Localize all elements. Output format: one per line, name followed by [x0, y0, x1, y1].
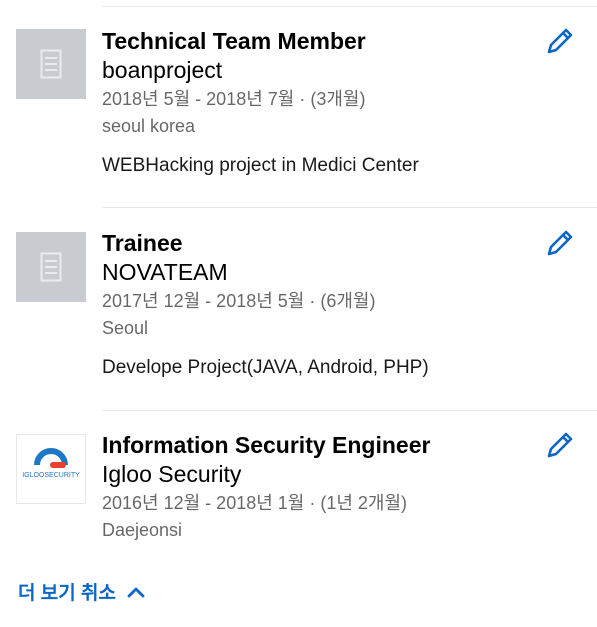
location: Daejeonsi: [102, 520, 183, 540]
svg-text:IGLOOSECURITY: IGLOOSECURITY: [22, 472, 80, 479]
top-divider: [102, 6, 597, 7]
location: seoul korea: [102, 116, 196, 136]
description: WEBHacking project in Medici Center: [102, 155, 419, 176]
divider: [102, 207, 597, 208]
pencil-icon: [547, 230, 573, 256]
company-logo[interactable]: [16, 29, 86, 99]
show-less-button[interactable]: 더 보기 취소: [18, 578, 146, 605]
chevron-up-icon: [127, 587, 145, 597]
company-logo[interactable]: IGLOOSECURITY: [16, 434, 86, 504]
pencil-icon: [547, 432, 573, 458]
pencil-icon: [547, 28, 573, 54]
job-title: Information Security Engineer: [102, 432, 431, 458]
job-title: Trainee: [102, 230, 183, 256]
edit-button[interactable]: [543, 24, 577, 58]
company-name: Igloo Security: [102, 461, 242, 487]
date-range: 2018년 5월 - 2018년 7월 · (3개월): [102, 89, 366, 109]
date-range: 2017년 12월 - 2018년 5월 · (6개월): [102, 291, 376, 311]
job-title: Technical Team Member: [102, 28, 366, 54]
edit-button[interactable]: [543, 428, 577, 462]
company-name: boanproject: [102, 57, 223, 83]
edit-button[interactable]: [543, 226, 577, 260]
divider: [102, 410, 597, 411]
igloo-security-logo: IGLOOSECURITY: [22, 448, 80, 479]
building-placeholder-icon: [40, 252, 62, 282]
company-logo[interactable]: [16, 232, 86, 302]
location: Seoul: [102, 318, 149, 338]
show-less-label: 더 보기 취소: [18, 583, 116, 604]
company-name: NOVATEAM: [102, 259, 228, 285]
date-range: 2016년 12월 - 2018년 1월 · (1년 2개월): [102, 493, 408, 513]
description: Develope Project(JAVA, Android, PHP): [102, 357, 429, 378]
building-placeholder-icon: [40, 49, 62, 79]
